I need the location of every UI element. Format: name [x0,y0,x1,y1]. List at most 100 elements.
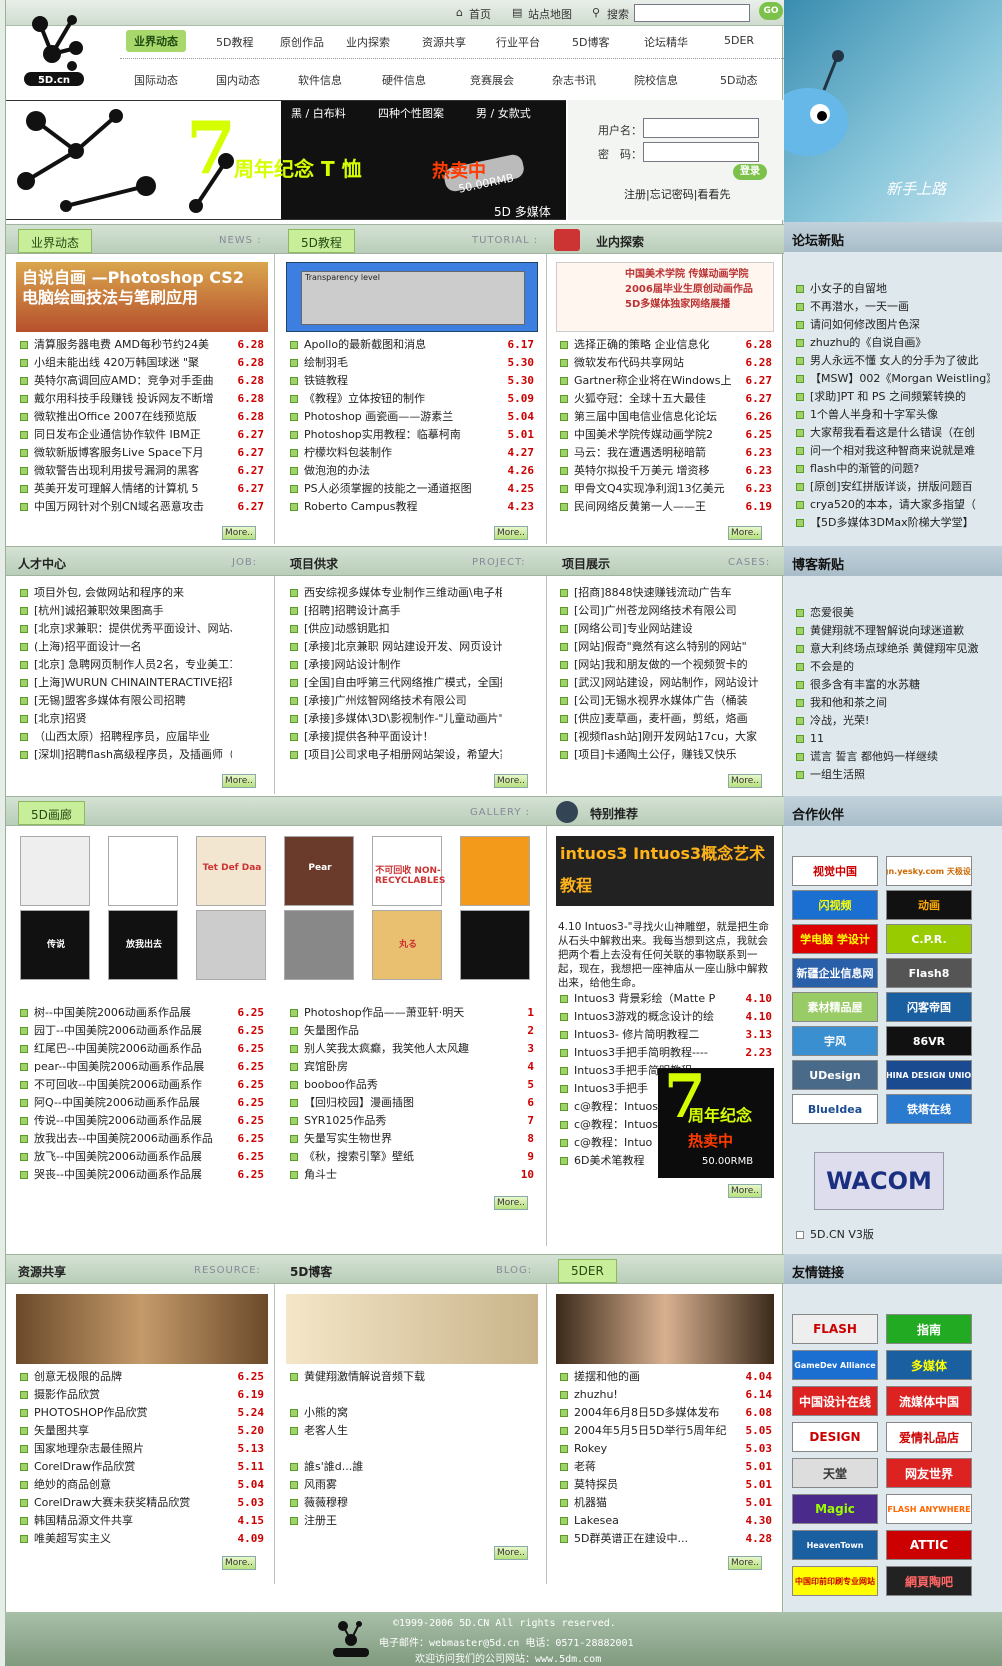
list-item[interactable]: 小组未能出线 420万韩国球迷 "聚 6.28 [20,354,264,372]
list-item[interactable]: 英特尔拟投千万美元 增资移 6.23 [560,462,772,480]
list-item[interactable]: 谎言 誓言 都他妈一样继续 [796,748,996,766]
list-item[interactable]: [项目]公司求电子相册网站架设，希望大家 [290,746,534,764]
partner-logo[interactable]: 闪客帝国 [886,992,972,1022]
list-item-title[interactable]: Photoshop 画瓷画——游素兰 [304,408,502,426]
list-item-title[interactable]: 阿Q--中国美院2006动画系作品展 [34,1094,232,1112]
list-item[interactable]: [北京]求兼职：提供优秀平面设计、网站、 [20,620,264,638]
list-item-title[interactable]: [供应]动感钥匙扣 [304,620,502,638]
list-item[interactable]: [网络公司]专业网站建设 [560,620,772,638]
list-item-title[interactable]: 放我出去--中国美院2006动画系作品 [34,1130,232,1148]
list-item[interactable]: [无锡]盟客多媒体有限公司招聘 [20,692,264,710]
friend-link-logo[interactable]: FLASH ANYWHERE [886,1494,972,1524]
list-item-title[interactable]: 请问如何修改图片色深 [810,316,990,334]
list-item-title[interactable]: [求助]PT 和 PS 之间频繁转换的 [810,388,990,406]
list-item-title[interactable]: 别人笑我太疯癫，我笑他人太风趣 [304,1040,502,1058]
nav-books[interactable]: 杂志书讯 [552,72,596,88]
list-item[interactable]: [求助]PT 和 PS 之间频繁转换的 [796,388,996,406]
list-item-title[interactable]: 誰s'誰d...誰 [304,1458,502,1476]
list-item[interactable]: [项目]卡通陶土公仔，赚钱又快乐 [560,746,772,764]
list-item-title[interactable]: 【5D多媒体3DMax阶梯大学堂】 [810,514,990,532]
list-item[interactable]: 不会是的 [796,658,996,676]
list-item[interactable]: Apollo的最新截图和消息 6.17 [290,336,534,354]
go-button[interactable]: GO [759,2,783,20]
list-item[interactable]: [公司]无锡水视界水媒体广告（桶装 [560,692,772,710]
list-item-title[interactable]: 中国美术学院传媒动画学院2 [574,426,772,444]
tutorial-thumb[interactable]: Transparency level [286,262,538,332]
list-item-title[interactable]: 意大利终场点球绝杀 黄健翔牢见激 [810,640,990,658]
more-talent-button[interactable]: More.. [222,774,256,788]
list-item[interactable]: 阿Q--中国美院2006动画系作品展 6.25 [20,1094,264,1112]
mascot-text[interactable]: 新手上路 [886,178,946,199]
friend-link-logo[interactable]: HeavenTown [792,1530,878,1560]
list-item[interactable]: 做泡泡的办法 4.26 [290,462,534,480]
list-item-title[interactable]: 戴尔用科技手段赚钱 投诉网友不断增 [34,390,232,408]
list-item-title[interactable]: Photoshop实用教程：临摹柯南 [304,426,502,444]
list-item-title[interactable]: 做泡泡的办法 [304,462,502,480]
sitemap-link[interactable]: 站点地图 [528,6,572,22]
list-item[interactable]: 放飞--中国美院2006动画系作品展 6.25 [20,1148,264,1166]
list-item[interactable]: 绝妙的商品创意 5.04 [20,1476,264,1494]
friend-link-logo[interactable]: 流媒体中国 [886,1386,972,1416]
list-item-title[interactable]: 一组生活照 [810,766,990,784]
list-item-title[interactable]: 风雨雾 [304,1476,502,1494]
list-item[interactable]: 誰s'誰d...誰 [290,1458,534,1476]
gallery-thumb[interactable] [460,836,530,906]
list-item-title[interactable]: 薇薇穆穆 [304,1494,502,1512]
list-item[interactable]: 树--中国美院2006动画系作品展 6.25 [20,1004,264,1022]
list-item[interactable]: 宾馆卧房 4 [290,1058,534,1076]
list-item[interactable]: 5D.CN V3版 [796,1226,996,1244]
list-item[interactable]: 选择正确的策略 企业信息化 6.28 [560,336,772,354]
list-item[interactable]: [承接]北京兼职 网站建设开发、网页设计 [290,638,534,656]
list-item-title[interactable]: [公司]无锡水视界水媒体广告（桶装 [574,692,772,710]
list-item[interactable]: 我和他和茶之间 [796,694,996,712]
list-item[interactable]: 很多含有丰富的水苏糖 [796,676,996,694]
more-5der-button[interactable]: More.. [728,1556,762,1570]
list-item-title[interactable]: Gartner称企业将在Windows上 [574,372,772,390]
list-item-title[interactable]: [承接]多媒体\3D\影视制作-"儿童动画片" [304,710,502,728]
list-item[interactable]: 甲骨文Q4实现净利润13亿美元 6.23 [560,480,772,498]
list-item-title[interactable]: [北京]求兼职：提供优秀平面设计、网站、 [34,620,232,638]
list-item[interactable]: 黄健翔就不理智解说向球迷道歉 [796,622,996,640]
nav-forum[interactable]: 论坛精华 [644,34,688,50]
list-item[interactable]: 别人笑我太疯癫，我笑他人太风趣 3 [290,1040,534,1058]
list-item[interactable]: 小熊的窝 [290,1404,534,1422]
list-item[interactable]: [承接]多媒体\3D\影视制作-"儿童动画片" [290,710,534,728]
list-item[interactable]: 大家帮我看看这是什么错误（在创 [796,424,996,442]
list-item-title[interactable]: 火狐夺冠：全球十五大最佳 [574,390,772,408]
list-item[interactable]: 风雨雾 [290,1476,534,1494]
footer-contact[interactable]: 电子邮件：webmaster@5d.cn 电话：0571-28882001 [379,1634,634,1649]
list-item[interactable]: Intuos3手把手简明教程---- 2.23 [560,1044,772,1062]
partner-logo[interactable]: C.P.R. [886,924,972,954]
nav-resource[interactable]: 资源共享 [422,34,466,50]
list-item-title[interactable]: [招聘]招聘设计高手 [304,602,502,620]
list-item-title[interactable]: [北京]招贤 [34,710,232,728]
list-item[interactable]: Lakesea 4.30 [560,1512,772,1530]
list-item[interactable]: 2004年6月8日5D多媒体发布 6.08 [560,1404,772,1422]
list-item-title[interactable]: 英特尔拟投千万美元 增资移 [574,462,772,480]
intuos-banner[interactable]: intuos3 Intuos3概念艺术教程 [556,836,774,906]
list-item-title[interactable]: zhuzhu! [574,1386,772,1404]
list-item[interactable]: 注册王 [290,1512,534,1530]
list-item-title[interactable]: 马云：我在遭遇透明秘暗箭 [574,444,772,462]
list-item-title[interactable]: Intuos3- 修片简明教程二 [574,1026,772,1044]
list-item[interactable]: 请问如何修改图片色深 [796,316,996,334]
list-item-title[interactable]: [项目]公司求电子相册网站架设，希望大家 [304,746,502,764]
list-item-title[interactable]: 搓摆和他的画 [574,1368,772,1386]
list-item[interactable]: 园丁--中国美院2006动画系作品展 6.25 [20,1022,264,1040]
list-item-title[interactable]: 宾馆卧房 [304,1058,502,1076]
gallery-thumb[interactable] [460,910,530,980]
list-item[interactable]: 老蒋 5.01 [560,1458,772,1476]
friend-link-logo[interactable]: DESIGN [792,1422,878,1452]
more-explore-button[interactable]: More.. [728,526,762,540]
list-item[interactable]: 放我出去--中国美院2006动画系作品 6.25 [20,1130,264,1148]
nav-explore[interactable]: 业内探索 [346,34,390,50]
more-gallery-button[interactable]: More.. [494,1196,528,1210]
list-item[interactable]: (上海)招平面设计一名 [20,638,264,656]
list-item[interactable]: [上海]WURUN CHINAINTERACTIVE招聘高级 [20,674,264,692]
list-item[interactable]: 项目外包, 会做网站和程序的来 [20,584,264,602]
gallery-thumb[interactable] [108,836,178,906]
list-item-title[interactable]: [网站]我和朋友做的一个视频贺卡的 [574,656,772,674]
nav-software[interactable]: 软件信息 [298,72,342,88]
more-news-button[interactable]: More.. [222,526,256,540]
list-item-title[interactable]: [项目]卡通陶土公仔，赚钱又快乐 [574,746,772,764]
